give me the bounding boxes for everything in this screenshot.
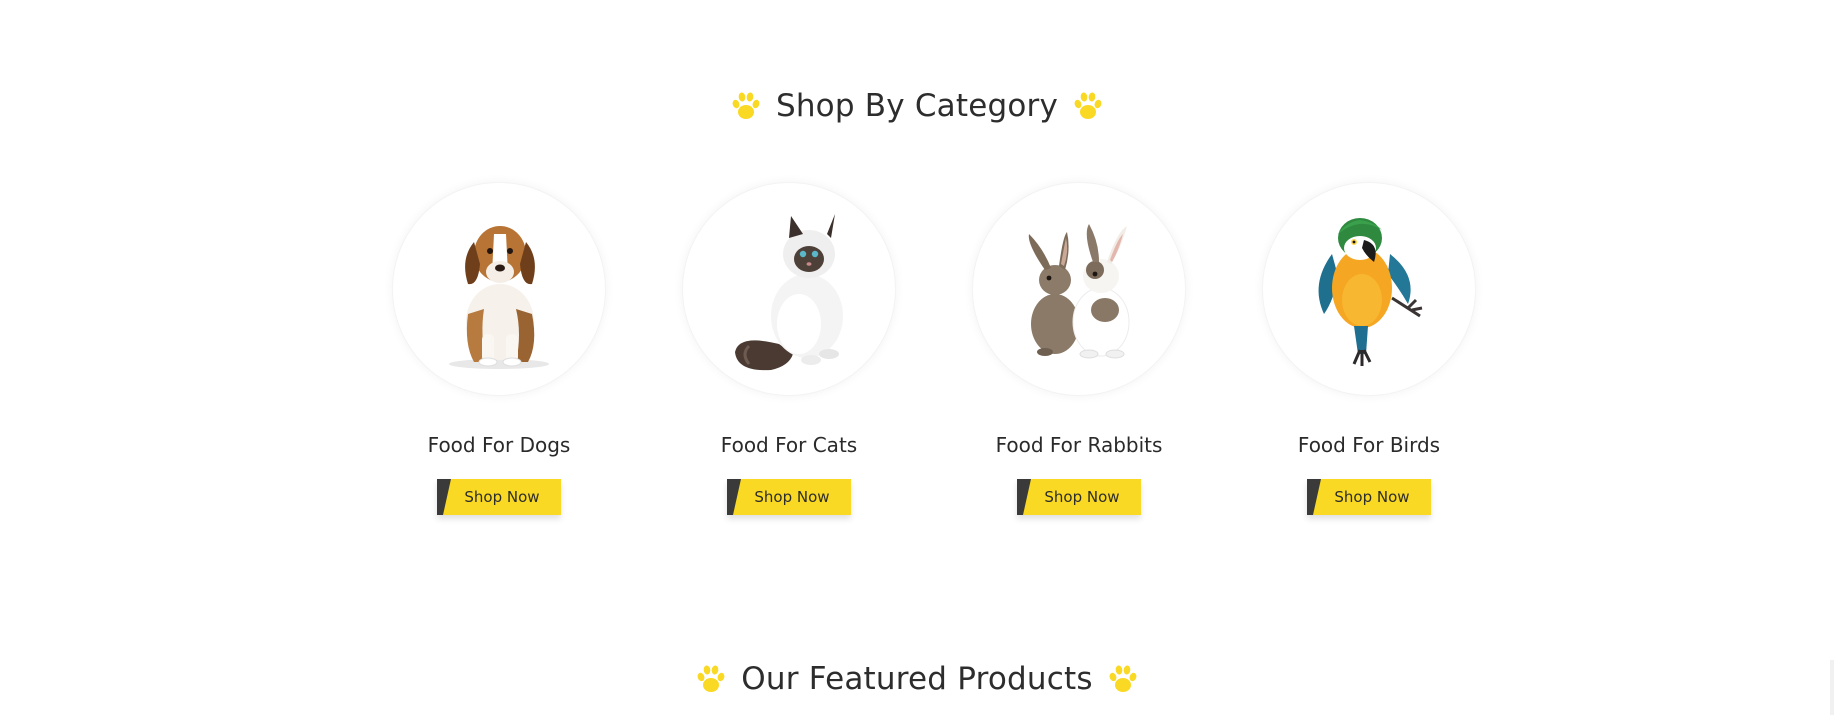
category-label[interactable]: Food For Rabbits bbox=[959, 431, 1199, 459]
category-image-dogs[interactable] bbox=[392, 182, 606, 396]
section-title: Shop By Category bbox=[775, 88, 1059, 124]
category-label[interactable]: Food For Dogs bbox=[379, 431, 619, 459]
scrollbar-edge[interactable] bbox=[1830, 660, 1834, 715]
category-card-dogs: Food For Dogs Shop Now bbox=[379, 182, 619, 515]
featured-section-heading: Our Featured Products bbox=[0, 657, 1834, 701]
shop-now-button[interactable]: Shop Now bbox=[1307, 479, 1431, 515]
shop-now-label: Shop Now bbox=[754, 488, 830, 506]
section-title: Our Featured Products bbox=[741, 661, 1093, 697]
category-label[interactable]: Food For Cats bbox=[669, 431, 909, 459]
shop-now-label: Shop Now bbox=[464, 488, 540, 506]
category-label[interactable]: Food For Birds bbox=[1249, 431, 1489, 459]
category-image-rabbits[interactable] bbox=[972, 182, 1186, 396]
paw-icon bbox=[732, 92, 760, 119]
shop-now-button[interactable]: Shop Now bbox=[1017, 479, 1141, 515]
shop-now-label: Shop Now bbox=[1334, 488, 1410, 506]
category-card-cats: Food For Cats Shop Now bbox=[669, 182, 909, 515]
category-card-rabbits: Food For Rabbits Shop Now bbox=[959, 182, 1199, 515]
category-card-birds: Food For Birds Shop Now bbox=[1249, 182, 1489, 515]
beagle-image bbox=[449, 226, 549, 369]
rabbits-image bbox=[1028, 224, 1130, 359]
shop-now-label: Shop Now bbox=[1044, 488, 1120, 506]
paw-icon bbox=[1109, 665, 1137, 692]
paw-icon bbox=[1074, 92, 1102, 119]
paw-icon bbox=[697, 665, 725, 692]
shop-now-button[interactable]: Shop Now bbox=[437, 479, 561, 515]
cat-image bbox=[735, 214, 843, 371]
category-section-heading: Shop By Category bbox=[0, 84, 1834, 128]
page: Shop By Category Food For Dogs Shop Now … bbox=[0, 0, 1834, 715]
category-image-cats[interactable] bbox=[682, 182, 896, 396]
parrot-image bbox=[1318, 218, 1423, 366]
shop-now-button[interactable]: Shop Now bbox=[727, 479, 851, 515]
category-image-birds[interactable] bbox=[1262, 182, 1476, 396]
